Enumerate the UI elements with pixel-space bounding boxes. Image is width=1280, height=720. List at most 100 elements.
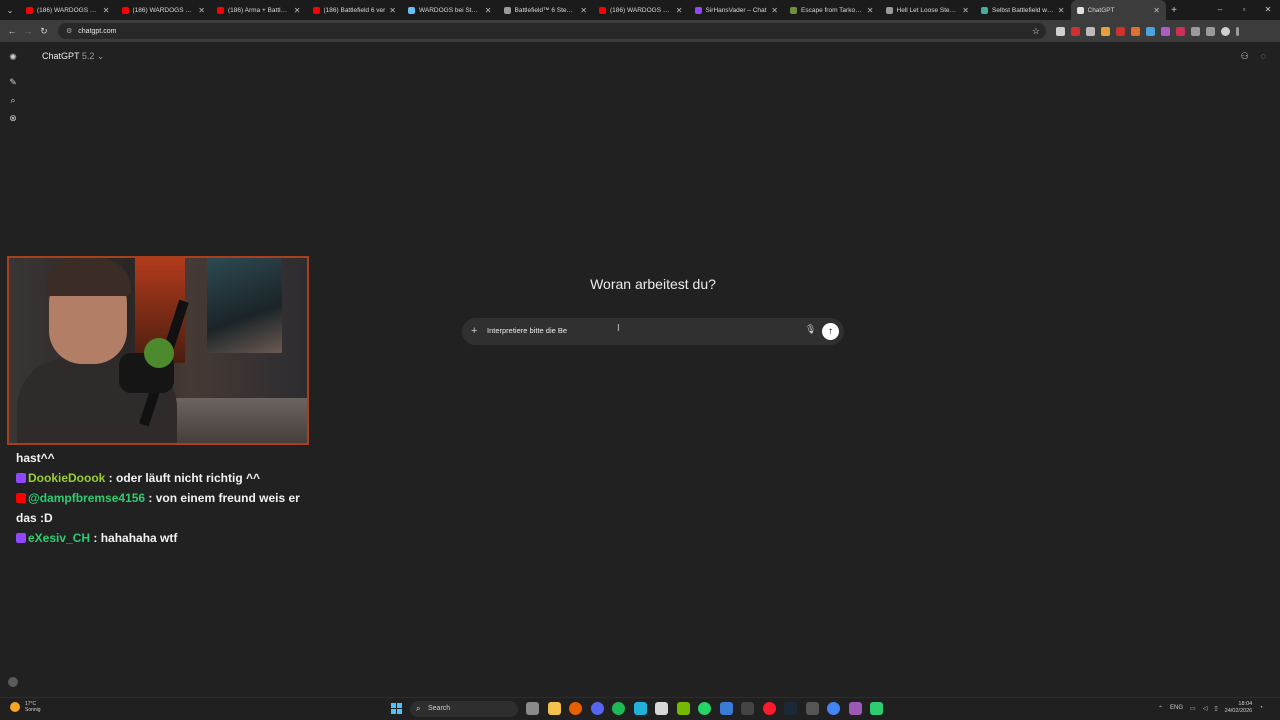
weather-widget[interactable]: 17°C Sonnig bbox=[10, 701, 41, 713]
extension-icon[interactable] bbox=[1101, 26, 1110, 36]
notification-bell-icon[interactable]: ◔ bbox=[1259, 705, 1263, 711]
browser-tab[interactable]: (186) WARDOGS – Ga ✕ bbox=[116, 0, 212, 20]
spotify-icon[interactable] bbox=[612, 702, 625, 715]
temporary-chat-icon[interactable]: ◌ bbox=[1261, 51, 1266, 62]
app-icon[interactable] bbox=[633, 702, 647, 715]
windows-start-icon[interactable] bbox=[391, 703, 403, 715]
tab-close-icon[interactable]: ✕ bbox=[580, 6, 587, 15]
tab-close-icon[interactable]: ✕ bbox=[1153, 6, 1160, 15]
address-bar[interactable]: ⚙ chatgpt.com ☆ bbox=[58, 23, 1046, 39]
chevron-up-icon[interactable]: ⌃ bbox=[1158, 705, 1163, 712]
browser-tab[interactable]: (186) WARDOGS erklä ✕ bbox=[20, 0, 116, 20]
discord-icon[interactable] bbox=[590, 702, 604, 715]
openai-logo-icon[interactable]: ✺ bbox=[7, 51, 19, 63]
tab-title: Battlefield™ 6 Steam C bbox=[514, 6, 577, 14]
close-window-icon[interactable]: ✕ bbox=[1256, 0, 1280, 20]
restore-icon[interactable]: ▫ bbox=[1232, 0, 1256, 20]
library-icon[interactable]: ⊗ bbox=[7, 112, 19, 124]
model-picker[interactable]: ChatGPT 5.2 ⌄ bbox=[42, 51, 104, 62]
language-indicator[interactable]: ENG bbox=[1170, 705, 1183, 711]
tab-close-icon[interactable]: ✕ bbox=[485, 6, 492, 15]
battery-icon[interactable]: ▯ bbox=[1214, 705, 1217, 712]
minimize-icon[interactable]: – bbox=[1208, 0, 1232, 20]
tab-close-icon[interactable]: ✕ bbox=[962, 6, 969, 15]
prompt-composer[interactable]: + Interpretiere bitte die Be I 🎙︎ ↑ bbox=[462, 318, 844, 345]
extension-icon[interactable] bbox=[1131, 26, 1140, 36]
browser-tab[interactable]: WARDOGS bei Steam ✕ bbox=[402, 0, 498, 20]
bookmark-star-icon[interactable]: ☆ bbox=[1032, 26, 1040, 37]
tab-close-icon[interactable]: ✕ bbox=[294, 6, 301, 15]
tab-close-icon[interactable]: ✕ bbox=[771, 6, 778, 15]
tab-close-icon[interactable]: ✕ bbox=[676, 6, 683, 15]
desk-shelf bbox=[169, 398, 307, 443]
share-user-icon[interactable]: ⚇ bbox=[1241, 51, 1249, 62]
whatsapp-icon[interactable] bbox=[698, 702, 711, 715]
browser-tab[interactable]: (186) WARDOGS – Arc ✕ bbox=[593, 0, 689, 20]
network-icon[interactable]: ▭ bbox=[1190, 705, 1196, 712]
extension-icon[interactable] bbox=[1191, 26, 1200, 36]
browser-tab[interactable]: Selbst Battlefield wag ✕ bbox=[975, 0, 1071, 20]
tab-close-icon[interactable]: ✕ bbox=[103, 6, 110, 15]
platform-badge-icon bbox=[16, 473, 26, 483]
steam-icon[interactable] bbox=[784, 702, 797, 715]
tab-close-icon[interactable]: ✕ bbox=[1058, 6, 1065, 15]
clock[interactable]: 18:04 24/02/2026 bbox=[1225, 701, 1253, 715]
tab-favicon-icon bbox=[503, 6, 511, 14]
epic-games-icon[interactable] bbox=[741, 702, 754, 715]
browser-tab[interactable]: (186) Arma + Battlefie ✕ bbox=[211, 0, 307, 20]
back-icon[interactable]: ← bbox=[4, 26, 20, 36]
extension-icon[interactable] bbox=[1116, 26, 1125, 36]
browser-tab[interactable]: ChatGPT ✕ bbox=[1070, 0, 1166, 20]
browser-tab-strip: ⌄ (186) WARDOGS erklä ✕ (186) WARDOGS – Ga… bbox=[0, 0, 1280, 20]
tab-close-icon[interactable]: ✕ bbox=[389, 6, 396, 15]
tab-favicon-icon bbox=[217, 6, 224, 14]
volume-icon[interactable]: ◁ bbox=[1203, 705, 1208, 712]
browser-tab[interactable]: SirHansVader – Chat ✕ bbox=[689, 0, 785, 20]
tab-close-icon[interactable]: ✕ bbox=[867, 6, 874, 15]
extension-icon[interactable] bbox=[1056, 26, 1065, 36]
microphone-icon[interactable]: 🎙︎ bbox=[805, 324, 816, 335]
frog-plush bbox=[144, 338, 174, 368]
add-attachment-icon[interactable]: + bbox=[471, 324, 477, 338]
platform-badge-icon bbox=[16, 493, 26, 503]
menu-dots-icon[interactable] bbox=[1236, 26, 1239, 36]
opera-icon[interactable] bbox=[762, 702, 776, 715]
extension-icon[interactable] bbox=[1176, 26, 1185, 36]
prompt-input[interactable]: Interpretiere bitte die Be bbox=[487, 326, 567, 335]
search-placeholder: Search bbox=[428, 705, 451, 712]
header-actions: ⚇ ◌ bbox=[1241, 51, 1266, 62]
notepad-icon[interactable] bbox=[655, 702, 668, 715]
task-view-icon[interactable] bbox=[526, 702, 539, 715]
nvidia-icon[interactable] bbox=[676, 702, 690, 715]
help-icon[interactable] bbox=[8, 677, 18, 687]
search-icon[interactable]: ⌕ bbox=[7, 94, 19, 106]
browser-tab[interactable]: Battlefield™ 6 Steam C ✕ bbox=[498, 0, 594, 20]
profile-icon[interactable] bbox=[1221, 26, 1230, 36]
reload-icon[interactable]: ↻ bbox=[36, 26, 52, 37]
extension-icon[interactable] bbox=[1146, 26, 1155, 36]
extension-icon[interactable] bbox=[1071, 26, 1080, 36]
app-icon[interactable] bbox=[719, 702, 733, 715]
game-icon[interactable] bbox=[848, 702, 862, 715]
tab-close-icon[interactable]: ✕ bbox=[198, 6, 205, 15]
extension-icon[interactable] bbox=[1161, 26, 1170, 36]
taskbar-search[interactable]: ⌕ Search bbox=[410, 701, 518, 717]
new-tab-icon[interactable]: + bbox=[1166, 5, 1182, 16]
browser-tab[interactable]: (186) Battlefield 6 ver ✕ bbox=[307, 0, 403, 20]
site-info-icon[interactable]: ⚙ bbox=[66, 27, 72, 35]
browser-tab[interactable]: Hell Let Loose Steam ✕ bbox=[880, 0, 976, 20]
app-icon[interactable] bbox=[870, 702, 883, 715]
tab-title: SirHansVader – Chat bbox=[705, 6, 767, 14]
chrome-icon[interactable] bbox=[827, 702, 840, 715]
new-chat-icon[interactable]: ✎ bbox=[7, 76, 19, 88]
file-explorer-icon[interactable] bbox=[547, 702, 561, 715]
firefox-icon[interactable] bbox=[569, 702, 582, 715]
send-button[interactable]: ↑ bbox=[822, 323, 839, 340]
app-icon[interactable] bbox=[805, 702, 819, 715]
extension-icon[interactable] bbox=[1086, 26, 1095, 36]
browser-tab[interactable]: Escape from Tarkov – ✕ bbox=[784, 0, 880, 20]
tab-title: WARDOGS bei Steam bbox=[419, 6, 481, 14]
tab-search-icon[interactable]: ⌄ bbox=[0, 0, 20, 20]
extensions-puzzle-icon[interactable] bbox=[1206, 26, 1215, 36]
forward-icon[interactable]: → bbox=[20, 26, 36, 36]
